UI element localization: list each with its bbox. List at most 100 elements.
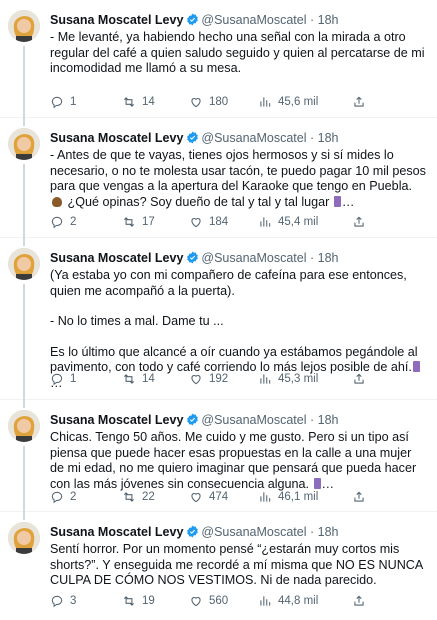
timestamp[interactable]: 18h <box>318 413 339 427</box>
tweet[interactable]: Susana Moscatel Levy @SusanaMoscatel · 18… <box>0 0 437 118</box>
reply-button[interactable]: 3 <box>50 594 76 608</box>
like-button[interactable]: 184 <box>189 215 228 229</box>
separator: · <box>310 413 315 427</box>
retweet-button[interactable]: 22 <box>122 490 155 504</box>
views-button[interactable]: 44,8 mil <box>258 594 318 608</box>
thread-line <box>23 164 25 238</box>
author-name[interactable]: Susana Moscatel Levy <box>50 525 183 539</box>
author-name[interactable]: Susana Moscatel Levy <box>50 413 183 427</box>
tweet[interactable]: Susana Moscatel Levy @SusanaMoscatel · 18… <box>0 400 437 512</box>
reply-button[interactable]: 1 <box>50 95 76 109</box>
views-button[interactable]: 45,3 mil <box>258 372 318 386</box>
tweet[interactable]: Susana Moscatel Levy @SusanaMoscatel · 18… <box>0 118 437 238</box>
tweet-text: Sentí horror. Por un momento pensé “¿est… <box>50 542 426 589</box>
verified-badge-icon <box>187 251 199 264</box>
tweet-actions: 3 19 560 44,8 mil <box>50 594 426 610</box>
poop-emoji-icon <box>52 196 62 207</box>
purple-emoji-icon <box>412 361 420 372</box>
share-button[interactable] <box>352 490 366 504</box>
views-button[interactable]: 46,1 mil <box>258 490 318 504</box>
timestamp[interactable]: 18h <box>318 13 339 27</box>
purple-emoji-icon <box>313 477 321 489</box>
thread-line <box>23 238 25 246</box>
tweet-header: Susana Moscatel Levy @SusanaMoscatel · 18… <box>50 412 427 428</box>
author-handle[interactable]: @SusanaMoscatel <box>201 131 306 145</box>
timestamp[interactable]: 18h <box>318 251 339 265</box>
like-button[interactable]: 474 <box>189 490 228 504</box>
author-handle[interactable]: @SusanaMoscatel <box>201 13 306 27</box>
heart-icon <box>191 375 201 385</box>
tweet-actions: 2 17 184 45,4 mil <box>50 215 426 231</box>
share-button[interactable] <box>352 372 366 386</box>
reply-button[interactable]: 2 <box>50 215 76 229</box>
like-count: 560 <box>209 595 229 607</box>
verified-badge-icon <box>187 13 199 26</box>
tweet-thread: Susana Moscatel Levy @SusanaMoscatel · 18… <box>0 0 437 620</box>
avatar[interactable] <box>8 10 40 42</box>
like-count: 192 <box>209 373 229 385</box>
like-count: 184 <box>209 216 229 228</box>
author-handle[interactable]: @SusanaMoscatel <box>201 413 306 427</box>
like-button[interactable]: 192 <box>189 372 228 386</box>
timestamp[interactable]: 18h <box>318 525 339 539</box>
avatar[interactable] <box>8 410 40 442</box>
tweet-paragraph: - Antes de que te vayas, tienes ojos her… <box>50 148 426 210</box>
avatar[interactable] <box>8 248 40 280</box>
tweet-header: Susana Moscatel Levy @SusanaMoscatel · 18… <box>50 524 427 540</box>
views-button[interactable]: 45,4 mil <box>258 215 318 229</box>
avatar-image <box>8 410 40 442</box>
author-name[interactable]: Susana Moscatel Levy <box>50 13 183 27</box>
retweet-button[interactable]: 17 <box>122 215 155 229</box>
author-handle[interactable]: @SusanaMoscatel <box>201 251 306 265</box>
separator: · <box>310 131 315 145</box>
timestamp[interactable]: 18h <box>318 131 339 145</box>
reply-button[interactable]: 1 <box>50 372 76 386</box>
views-chart-icon <box>260 217 271 227</box>
retweet-icon <box>123 217 135 227</box>
share-icon <box>354 216 364 227</box>
author-name[interactable]: Susana Moscatel Levy <box>50 251 183 265</box>
view-count: 44,8 mil <box>278 595 319 607</box>
share-button[interactable] <box>352 215 366 229</box>
verified-badge-icon <box>187 131 199 144</box>
avatar[interactable] <box>8 128 40 160</box>
tweet[interactable]: Susana Moscatel Levy @SusanaMoscatel · 18… <box>0 512 437 620</box>
reply-button[interactable]: 2 <box>50 490 76 504</box>
heart-icon <box>191 218 201 228</box>
tweet[interactable]: Susana Moscatel Levy @SusanaMoscatel · 18… <box>0 238 437 400</box>
tweet-header: Susana Moscatel Levy @SusanaMoscatel · 18… <box>50 250 427 266</box>
retweet-count: 14 <box>142 96 155 108</box>
retweet-button[interactable]: 19 <box>122 594 155 608</box>
share-button[interactable] <box>352 95 366 109</box>
like-button[interactable]: 560 <box>189 594 228 608</box>
retweet-button[interactable]: 14 <box>122 372 155 386</box>
reply-icon <box>51 491 63 504</box>
views-button[interactable]: 45,6 mil <box>258 95 318 109</box>
share-icon <box>354 96 364 107</box>
retweet-count: 22 <box>142 491 155 503</box>
retweet-icon <box>123 596 135 606</box>
share-button[interactable] <box>352 594 366 608</box>
author-name[interactable]: Susana Moscatel Levy <box>50 131 183 145</box>
tweet-paragraph: - No lo times a mal. Dame tu ... <box>50 314 224 328</box>
reply-icon <box>51 96 63 109</box>
retweet-count: 19 <box>142 595 155 607</box>
view-count: 46,1 mil <box>278 491 319 503</box>
reply-count: 1 <box>70 373 77 385</box>
retweet-icon <box>123 374 135 384</box>
retweet-button[interactable]: 14 <box>122 95 155 109</box>
avatar[interactable] <box>8 522 40 554</box>
view-count: 45,3 mil <box>278 373 319 385</box>
heart-icon <box>191 98 201 108</box>
reply-icon <box>51 373 63 386</box>
separator: · <box>310 525 315 539</box>
like-count: 180 <box>209 96 229 108</box>
share-icon <box>354 595 364 606</box>
reply-count: 2 <box>70 216 77 228</box>
share-icon <box>354 373 364 384</box>
avatar-image <box>8 522 40 554</box>
tweet-sentence: - Antes de que te vayas, tienes ojos her… <box>50 148 426 193</box>
tweet-sentence: Es lo último que alcancé a oír cuando ya… <box>50 344 418 375</box>
author-handle[interactable]: @SusanaMoscatel <box>201 525 306 539</box>
like-button[interactable]: 180 <box>189 95 228 109</box>
